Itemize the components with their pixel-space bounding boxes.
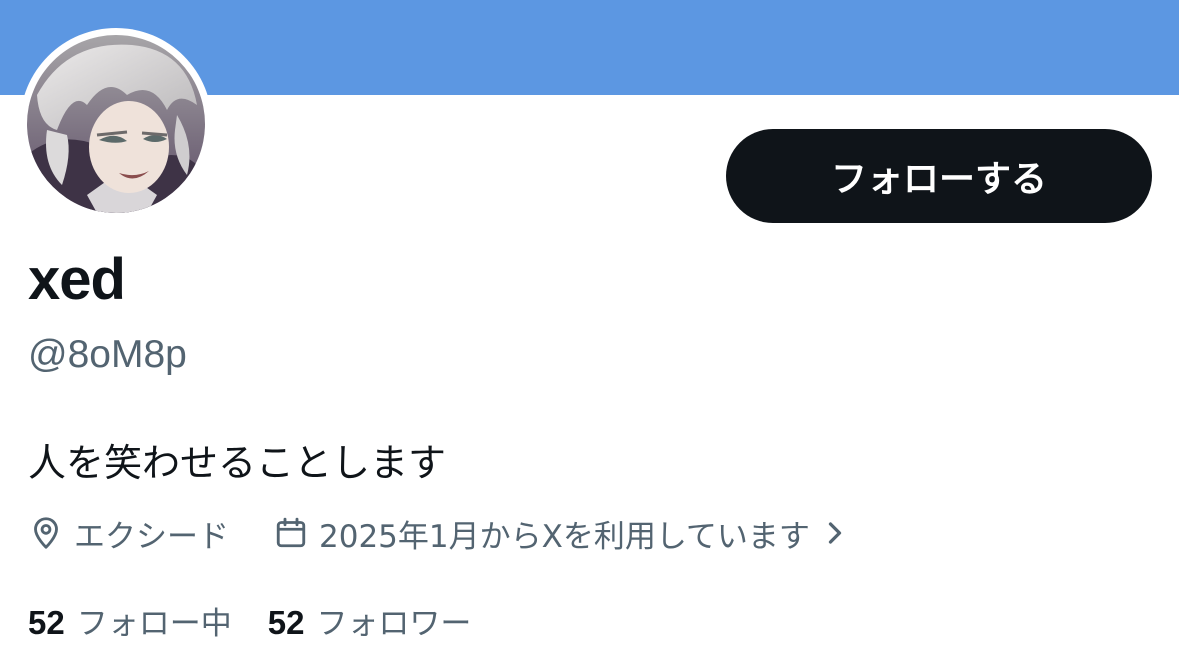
followers-count: 52 (267, 604, 305, 641)
avatar-image (27, 35, 205, 213)
location-item: エクシード (28, 511, 229, 556)
follow-button[interactable]: フォローする (726, 129, 1152, 223)
following-link[interactable]: 52 フォロー中 (28, 598, 232, 643)
profile-bio: 人を笑わせることします (28, 441, 447, 485)
followers-label: フォロワー (316, 606, 472, 642)
calendar-icon (276, 517, 306, 548)
follow-button-label: フォローする (830, 159, 1047, 200)
profile-meta: エクシード 2025年1月からXを利用しています (28, 510, 846, 556)
chevron-right-icon (828, 522, 842, 544)
follow-stats: 52 フォロー中 52 フォロワー (28, 598, 471, 643)
joined-date-text: 2025年1月からXを利用しています (319, 518, 810, 555)
user-handle: @8oM8p (28, 333, 187, 376)
avatar[interactable] (20, 28, 212, 220)
location-text: エクシード (74, 518, 229, 555)
followers-link[interactable]: 52 フォロワー (268, 598, 472, 643)
following-label: フォロー中 (76, 606, 232, 642)
profile-page: フォローする xed @8oM8p 人を笑わせることします エクシード 2025… (0, 0, 1179, 655)
joined-item[interactable]: 2025年1月からXを利用しています (273, 511, 846, 556)
display-name: xed (28, 247, 126, 312)
following-count: 52 (28, 604, 65, 641)
location-pin-icon (34, 517, 58, 549)
